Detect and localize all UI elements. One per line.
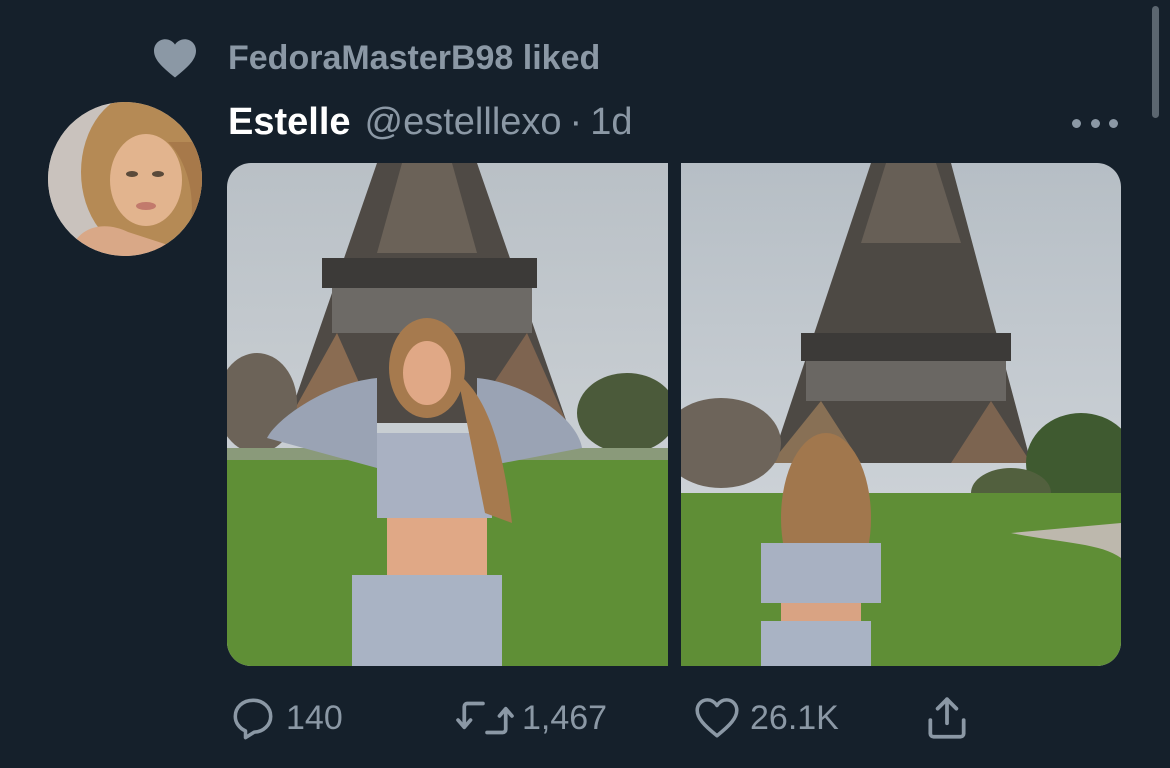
author-handle[interactable]: @estelllexo xyxy=(365,101,562,144)
more-options-icon[interactable] xyxy=(1072,116,1118,130)
like-count: 26.1K xyxy=(750,698,839,737)
heart-filled-icon xyxy=(152,35,198,81)
share-icon xyxy=(922,693,972,743)
heart-icon xyxy=(692,693,742,743)
social-context: FedoraMasterB98 liked xyxy=(152,34,600,82)
retweet-button[interactable]: 1,467 xyxy=(456,690,607,746)
reply-count: 140 xyxy=(286,698,343,737)
like-button[interactable]: 26.1K xyxy=(692,690,839,746)
separator-dot: · xyxy=(569,100,583,143)
retweet-icon xyxy=(456,693,514,743)
reply-icon xyxy=(228,693,278,743)
timestamp[interactable]: 1d xyxy=(590,101,632,144)
tweet-actions: 140 1,467 26.1K xyxy=(228,690,988,746)
retweet-count: 1,467 xyxy=(522,698,608,737)
scrollbar[interactable] xyxy=(1152,6,1159,118)
media-grid xyxy=(227,163,1121,666)
social-context-text[interactable]: FedoraMasterB98 liked xyxy=(228,34,600,82)
avatar[interactable] xyxy=(48,102,202,256)
share-button[interactable] xyxy=(922,690,972,746)
media-photo-2[interactable] xyxy=(680,163,1122,666)
media-photo-1[interactable] xyxy=(227,163,668,666)
tweet-header: Estelle @estelllexo · 1d xyxy=(228,98,632,146)
reply-button[interactable]: 140 xyxy=(228,690,343,746)
author-name[interactable]: Estelle xyxy=(228,101,351,144)
